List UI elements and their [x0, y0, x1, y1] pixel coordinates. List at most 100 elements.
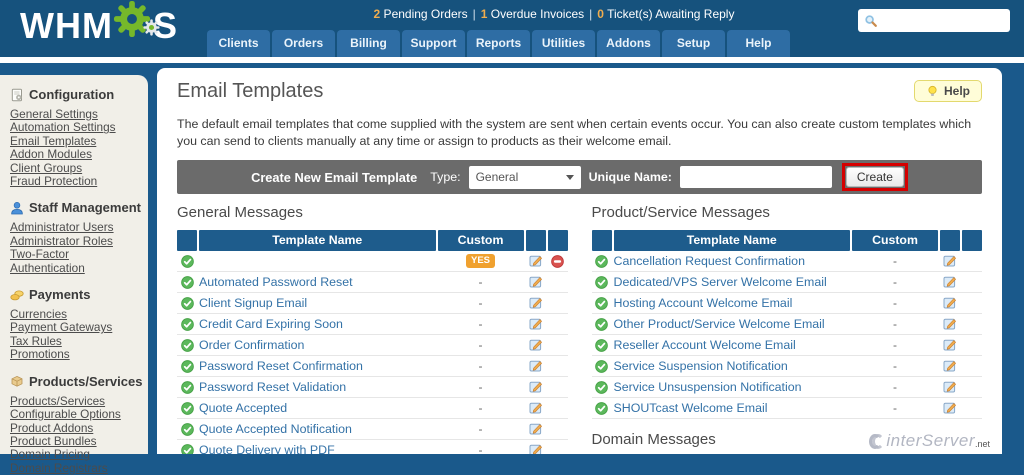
- template-name-link[interactable]: Service Unsuspension Notification: [614, 380, 802, 394]
- sidebar-item-currencies[interactable]: Currencies: [10, 307, 142, 321]
- edit-template-icon[interactable]: [526, 317, 546, 331]
- unique-name-input[interactable]: [679, 166, 832, 188]
- edit-template-icon[interactable]: [940, 275, 960, 289]
- template-row: Dedicated/VPS Server Welcome Email -: [591, 272, 982, 293]
- custom-value: -: [893, 359, 897, 373]
- template-name-link[interactable]: Order Confirmation: [199, 338, 304, 352]
- template-name-link[interactable]: Password Reset Validation: [199, 380, 346, 394]
- custom-value: -: [478, 338, 483, 352]
- edit-template-icon[interactable]: [526, 359, 546, 373]
- template-row: Order Confirmation -: [177, 335, 568, 356]
- edit-template-icon[interactable]: [526, 422, 546, 436]
- small-gear-icon: [143, 3, 160, 45]
- column-action-2: [547, 230, 568, 251]
- template-name-link[interactable]: Automated Password Reset: [199, 275, 353, 289]
- custom-value: -: [893, 254, 897, 268]
- template-name-link[interactable]: Client Signup Email: [199, 296, 307, 310]
- sidebar-item-administrator-roles[interactable]: Administrator Roles: [10, 234, 142, 248]
- edit-template-icon[interactable]: [940, 338, 960, 352]
- header-notifications[interactable]: 2 Pending Orders | 1 Overdue Invoices | 0 Ti…: [374, 7, 735, 21]
- template-name-link[interactable]: Quote Delivery with PDF: [199, 443, 335, 454]
- bulb-icon: [926, 85, 939, 98]
- enabled-check-icon: [177, 422, 197, 436]
- sidebar-item-configurable-options[interactable]: Configurable Options: [10, 407, 142, 421]
- sidebar-item-domain-registrars[interactable]: Domain Registrars: [10, 461, 142, 475]
- product-service-messages-table: Product/Service Messages Template Name Cus…: [591, 204, 982, 419]
- sidebar-item-promotions[interactable]: Promotions: [10, 347, 142, 361]
- template-name-link[interactable]: Credit Card Expiring Soon: [199, 317, 343, 331]
- notification-label: Overdue Invoices: [487, 7, 585, 21]
- sidebar-item-general-settings[interactable]: General Settings: [10, 107, 142, 121]
- template-name-link[interactable]: Password Reset Confirmation: [199, 359, 363, 373]
- edit-template-icon[interactable]: [940, 296, 960, 310]
- sidebar-item-automation-settings[interactable]: Automation Settings: [10, 120, 142, 134]
- sidebar-item-tax-rules[interactable]: Tax Rules: [10, 334, 142, 348]
- enabled-check-icon: [592, 317, 612, 331]
- create-button[interactable]: Create: [845, 167, 904, 187]
- template-name-link[interactable]: Dedicated/VPS Server Welcome Email: [614, 275, 827, 289]
- tab-setup[interactable]: Setup: [662, 30, 725, 57]
- custom-value: -: [478, 422, 483, 436]
- template-name-link[interactable]: Cancellation Request Confirmation: [614, 254, 805, 268]
- logo-text-whm: WHM: [20, 5, 113, 46]
- sidebar-item-products-services[interactable]: Products/Services: [10, 394, 142, 408]
- template-name-link[interactable]: Quote Accepted: [199, 401, 287, 415]
- edit-template-icon[interactable]: [940, 359, 960, 373]
- tab-orders[interactable]: Orders: [272, 30, 335, 57]
- tab-addons[interactable]: Addons: [597, 30, 660, 57]
- column-template-name: Template Name: [199, 230, 436, 251]
- tab-utilities[interactable]: Utilities: [532, 30, 595, 57]
- column-action-1: [525, 230, 546, 251]
- person-icon: [10, 201, 24, 215]
- tab-reports[interactable]: Reports: [467, 30, 530, 57]
- template-row: Client Signup Email -: [177, 293, 568, 314]
- edit-template-icon[interactable]: [526, 338, 546, 352]
- search-input[interactable]: [878, 12, 1010, 29]
- tab-support[interactable]: Support: [402, 30, 465, 57]
- sidebar-item-domain-pricing[interactable]: Domain Pricing: [10, 447, 142, 461]
- sidebar-item-addon-modules[interactable]: Addon Modules: [10, 147, 142, 161]
- edit-template-icon[interactable]: [526, 380, 546, 394]
- edit-template-icon[interactable]: [526, 275, 546, 289]
- template-type-select[interactable]: General: [468, 165, 581, 189]
- type-label: Type:: [430, 170, 461, 184]
- template-row: Automated Password Reset -: [177, 272, 568, 293]
- template-name-link[interactable]: SHOUTcast Welcome Email: [614, 401, 768, 415]
- sidebar: Configuration General Settings Automation …: [0, 75, 148, 475]
- template-name-link[interactable]: Service Suspension Notification: [614, 359, 788, 373]
- sidebar-item-administrator-users[interactable]: Administrator Users: [10, 221, 142, 235]
- template-name-link[interactable]: Other Product/Service Welcome Email: [614, 317, 825, 331]
- help-button[interactable]: Help: [913, 80, 982, 102]
- tab-clients[interactable]: Clients: [207, 30, 270, 57]
- sidebar-item-email-templates[interactable]: Email Templates: [10, 134, 142, 148]
- edit-template-icon[interactable]: [940, 317, 960, 331]
- sidebar-item-product-addons[interactable]: Product Addons: [10, 421, 142, 435]
- tab-billing[interactable]: Billing: [337, 30, 400, 57]
- sidebar-item-two-factor-authentication[interactable]: Two-Factor Authentication: [10, 248, 142, 275]
- edit-template-icon[interactable]: [940, 380, 960, 394]
- custom-value: YES: [438, 253, 524, 269]
- sidebar-item-fraud-protection[interactable]: Fraud Protection: [10, 174, 142, 188]
- table-heading: Product/Service Messages: [591, 204, 770, 221]
- sidebar-section-staff-management: Staff Management: [10, 200, 142, 215]
- sidebar-section-label: Configuration: [29, 87, 115, 102]
- template-name-cell: Credit Card Expiring Soon: [199, 317, 436, 331]
- delete-template-icon[interactable]: [548, 254, 568, 268]
- search-box[interactable]: [858, 9, 1010, 32]
- template-name-link[interactable]: Quote Accepted Notification: [199, 422, 352, 436]
- sidebar-item-product-bundles[interactable]: Product Bundles: [10, 434, 142, 448]
- edit-template-icon[interactable]: [940, 254, 960, 268]
- custom-value: -: [893, 296, 897, 310]
- edit-template-icon[interactable]: [526, 443, 546, 454]
- sidebar-section-label: Products/Services: [29, 373, 143, 389]
- template-name-link[interactable]: Hosting Account Welcome Email: [614, 296, 793, 310]
- sidebar-item-payment-gateways[interactable]: Payment Gateways: [10, 321, 142, 335]
- edit-template-icon[interactable]: [526, 254, 546, 268]
- template-row: Cancellation Request Confirmation -: [591, 251, 982, 272]
- sidebar-item-client-groups[interactable]: Client Groups: [10, 161, 142, 175]
- template-name-link[interactable]: Reseller Account Welcome Email: [614, 338, 796, 352]
- tab-help[interactable]: Help: [727, 30, 790, 57]
- edit-template-icon[interactable]: [940, 401, 960, 415]
- edit-template-icon[interactable]: [526, 296, 546, 310]
- edit-template-icon[interactable]: [526, 401, 546, 415]
